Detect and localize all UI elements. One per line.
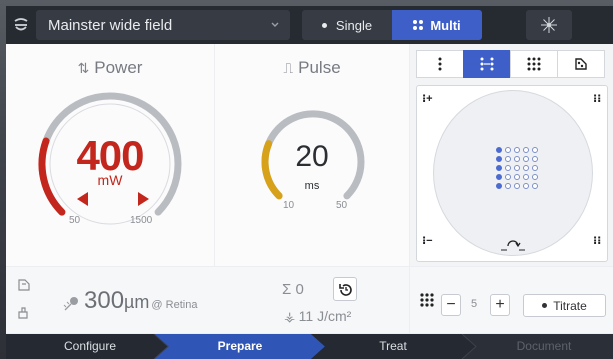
custom-pattern-icon <box>575 58 587 70</box>
shot-count: Σ 0 <box>282 281 304 298</box>
fluence-icon: ⚶ <box>284 309 299 324</box>
pattern-spot[interactable] <box>523 156 529 162</box>
titrate-dot-icon <box>542 303 548 308</box>
pattern-spot[interactable] <box>505 165 511 171</box>
pattern-spot[interactable] <box>505 174 511 180</box>
pattern-spot[interactable] <box>523 174 529 180</box>
workflow-bar: Configure Prepare Treat Document <box>6 334 613 359</box>
mode-single-button[interactable]: Single <box>302 10 392 40</box>
columns-icon[interactable]: ⁝⁝ <box>593 92 601 105</box>
pattern-spot[interactable] <box>523 165 529 171</box>
pattern-panel: ⁝+ ⁝⁝ ⁝− ⁝⁝ <box>410 44 613 266</box>
mode-multi-label: Multi <box>430 17 461 33</box>
single-dot-icon <box>321 22 327 28</box>
tab-grid-pattern[interactable] <box>510 50 558 78</box>
lens-dropdown-label: Mainster wide field <box>48 16 173 34</box>
pattern-spot[interactable] <box>496 165 502 171</box>
workflow-step-document: Document <box>516 339 572 353</box>
increase-button[interactable]: + <box>490 294 510 316</box>
workflow-step-treat[interactable]: Treat <box>329 334 457 359</box>
spot-info-panel: 300µm @ Retina Σ 0 ⚶ 11 J/cm² <box>6 267 409 333</box>
power-min-label: 50 <box>69 215 81 226</box>
hand-piece-icon[interactable] <box>16 305 32 321</box>
pattern-spot[interactable] <box>532 147 538 153</box>
pattern-spot[interactable] <box>523 183 529 189</box>
aiming-beam-icon <box>541 17 557 33</box>
spot-size-suffix: @ Retina <box>151 299 198 311</box>
lens-icon <box>14 18 28 31</box>
spot-size-display[interactable]: 300µm @ Retina <box>84 287 197 315</box>
pattern-spot[interactable] <box>514 174 520 180</box>
pulse-unit: ms <box>304 180 320 192</box>
tab-single-column[interactable] <box>416 50 464 78</box>
pattern-spot[interactable] <box>532 156 538 162</box>
pattern-spot[interactable] <box>532 183 538 189</box>
pattern-spot[interactable] <box>523 147 529 153</box>
grid-size-icon <box>420 293 434 307</box>
pattern-spot[interactable] <box>514 183 520 189</box>
pattern-spot[interactable] <box>514 156 520 162</box>
pulse-panel: ⎍ Pulse 20 ms 10 50 <box>215 44 409 266</box>
workflow-step-prepare[interactable]: Prepare <box>176 334 304 359</box>
power-increase-icon[interactable] <box>134 190 152 208</box>
power-panel: ⇅ Power 400 mW 50 1500 <box>6 44 214 266</box>
pulse-value: 20 <box>295 140 329 173</box>
lens-dropdown[interactable]: Mainster wide field <box>36 10 290 40</box>
spot-grid[interactable] <box>496 147 538 189</box>
pattern-spot[interactable] <box>505 156 511 162</box>
pattern-spot[interactable] <box>514 147 520 153</box>
grid-pattern-icon <box>527 57 541 71</box>
power-decrease-icon[interactable] <box>74 190 92 208</box>
spot-size-unit: µm <box>124 292 150 312</box>
add-row-icon[interactable]: ⁝+ <box>422 92 433 105</box>
pattern-spot[interactable] <box>496 156 502 162</box>
step-value: 5 <box>471 298 478 310</box>
tab-custom-pattern[interactable] <box>557 50 605 78</box>
fluence-display: ⚶ 11 J/cm² <box>284 308 351 325</box>
pattern-spot[interactable] <box>532 165 538 171</box>
mode-multi-button[interactable]: Multi <box>392 10 482 40</box>
reset-count-button[interactable] <box>333 277 357 301</box>
pattern-preview-circle <box>433 90 593 256</box>
mode-single-label: Single <box>335 17 373 33</box>
reset-icon <box>339 284 352 296</box>
multi-grid-icon <box>413 20 424 30</box>
titrate-button[interactable]: Titrate <box>523 294 606 317</box>
pattern-spot[interactable] <box>496 147 502 153</box>
chevron-down-icon <box>271 22 279 27</box>
pattern-spot[interactable] <box>514 165 520 171</box>
aiming-beam-button[interactable] <box>526 10 572 40</box>
laser-control-screen: Mainster wide field Single Multi ⇅Power <box>6 6 613 359</box>
power-unit: mW <box>97 172 123 188</box>
workflow-step-configure[interactable]: Configure <box>26 334 154 359</box>
titrate-panel: − 5 + Titrate <box>410 267 613 333</box>
pattern-spot[interactable] <box>496 183 502 189</box>
pulse-max-label: 50 <box>336 200 348 211</box>
spot-size-icon <box>63 297 78 311</box>
pattern-spot[interactable] <box>496 174 502 180</box>
spacing-icon[interactable]: ⁝⁝ <box>593 234 601 247</box>
decrease-button[interactable]: − <box>441 294 461 316</box>
remove-row-icon[interactable]: ⁝− <box>422 234 433 247</box>
titrate-label: Titrate <box>553 298 587 313</box>
pattern-spot[interactable] <box>505 147 511 153</box>
pulse-min-label: 10 <box>283 200 295 211</box>
fluence-value: 11 J/cm² <box>298 308 352 324</box>
line-pattern-icon <box>480 57 494 71</box>
rotate-icon[interactable] <box>500 239 526 253</box>
power-max-label: 1500 <box>130 215 153 226</box>
pattern-spot[interactable] <box>505 183 511 189</box>
spot-size-value: 300 <box>84 287 125 314</box>
pattern-type-tabs <box>416 50 608 78</box>
foot-switch-icon[interactable] <box>16 277 32 293</box>
single-column-icon <box>438 57 442 71</box>
top-bar: Mainster wide field Single Multi <box>6 6 613 44</box>
pattern-preview[interactable]: ⁝+ ⁝⁝ ⁝− ⁝⁝ <box>416 85 608 262</box>
tab-line-pattern[interactable] <box>463 50 511 78</box>
pattern-spot[interactable] <box>532 174 538 180</box>
